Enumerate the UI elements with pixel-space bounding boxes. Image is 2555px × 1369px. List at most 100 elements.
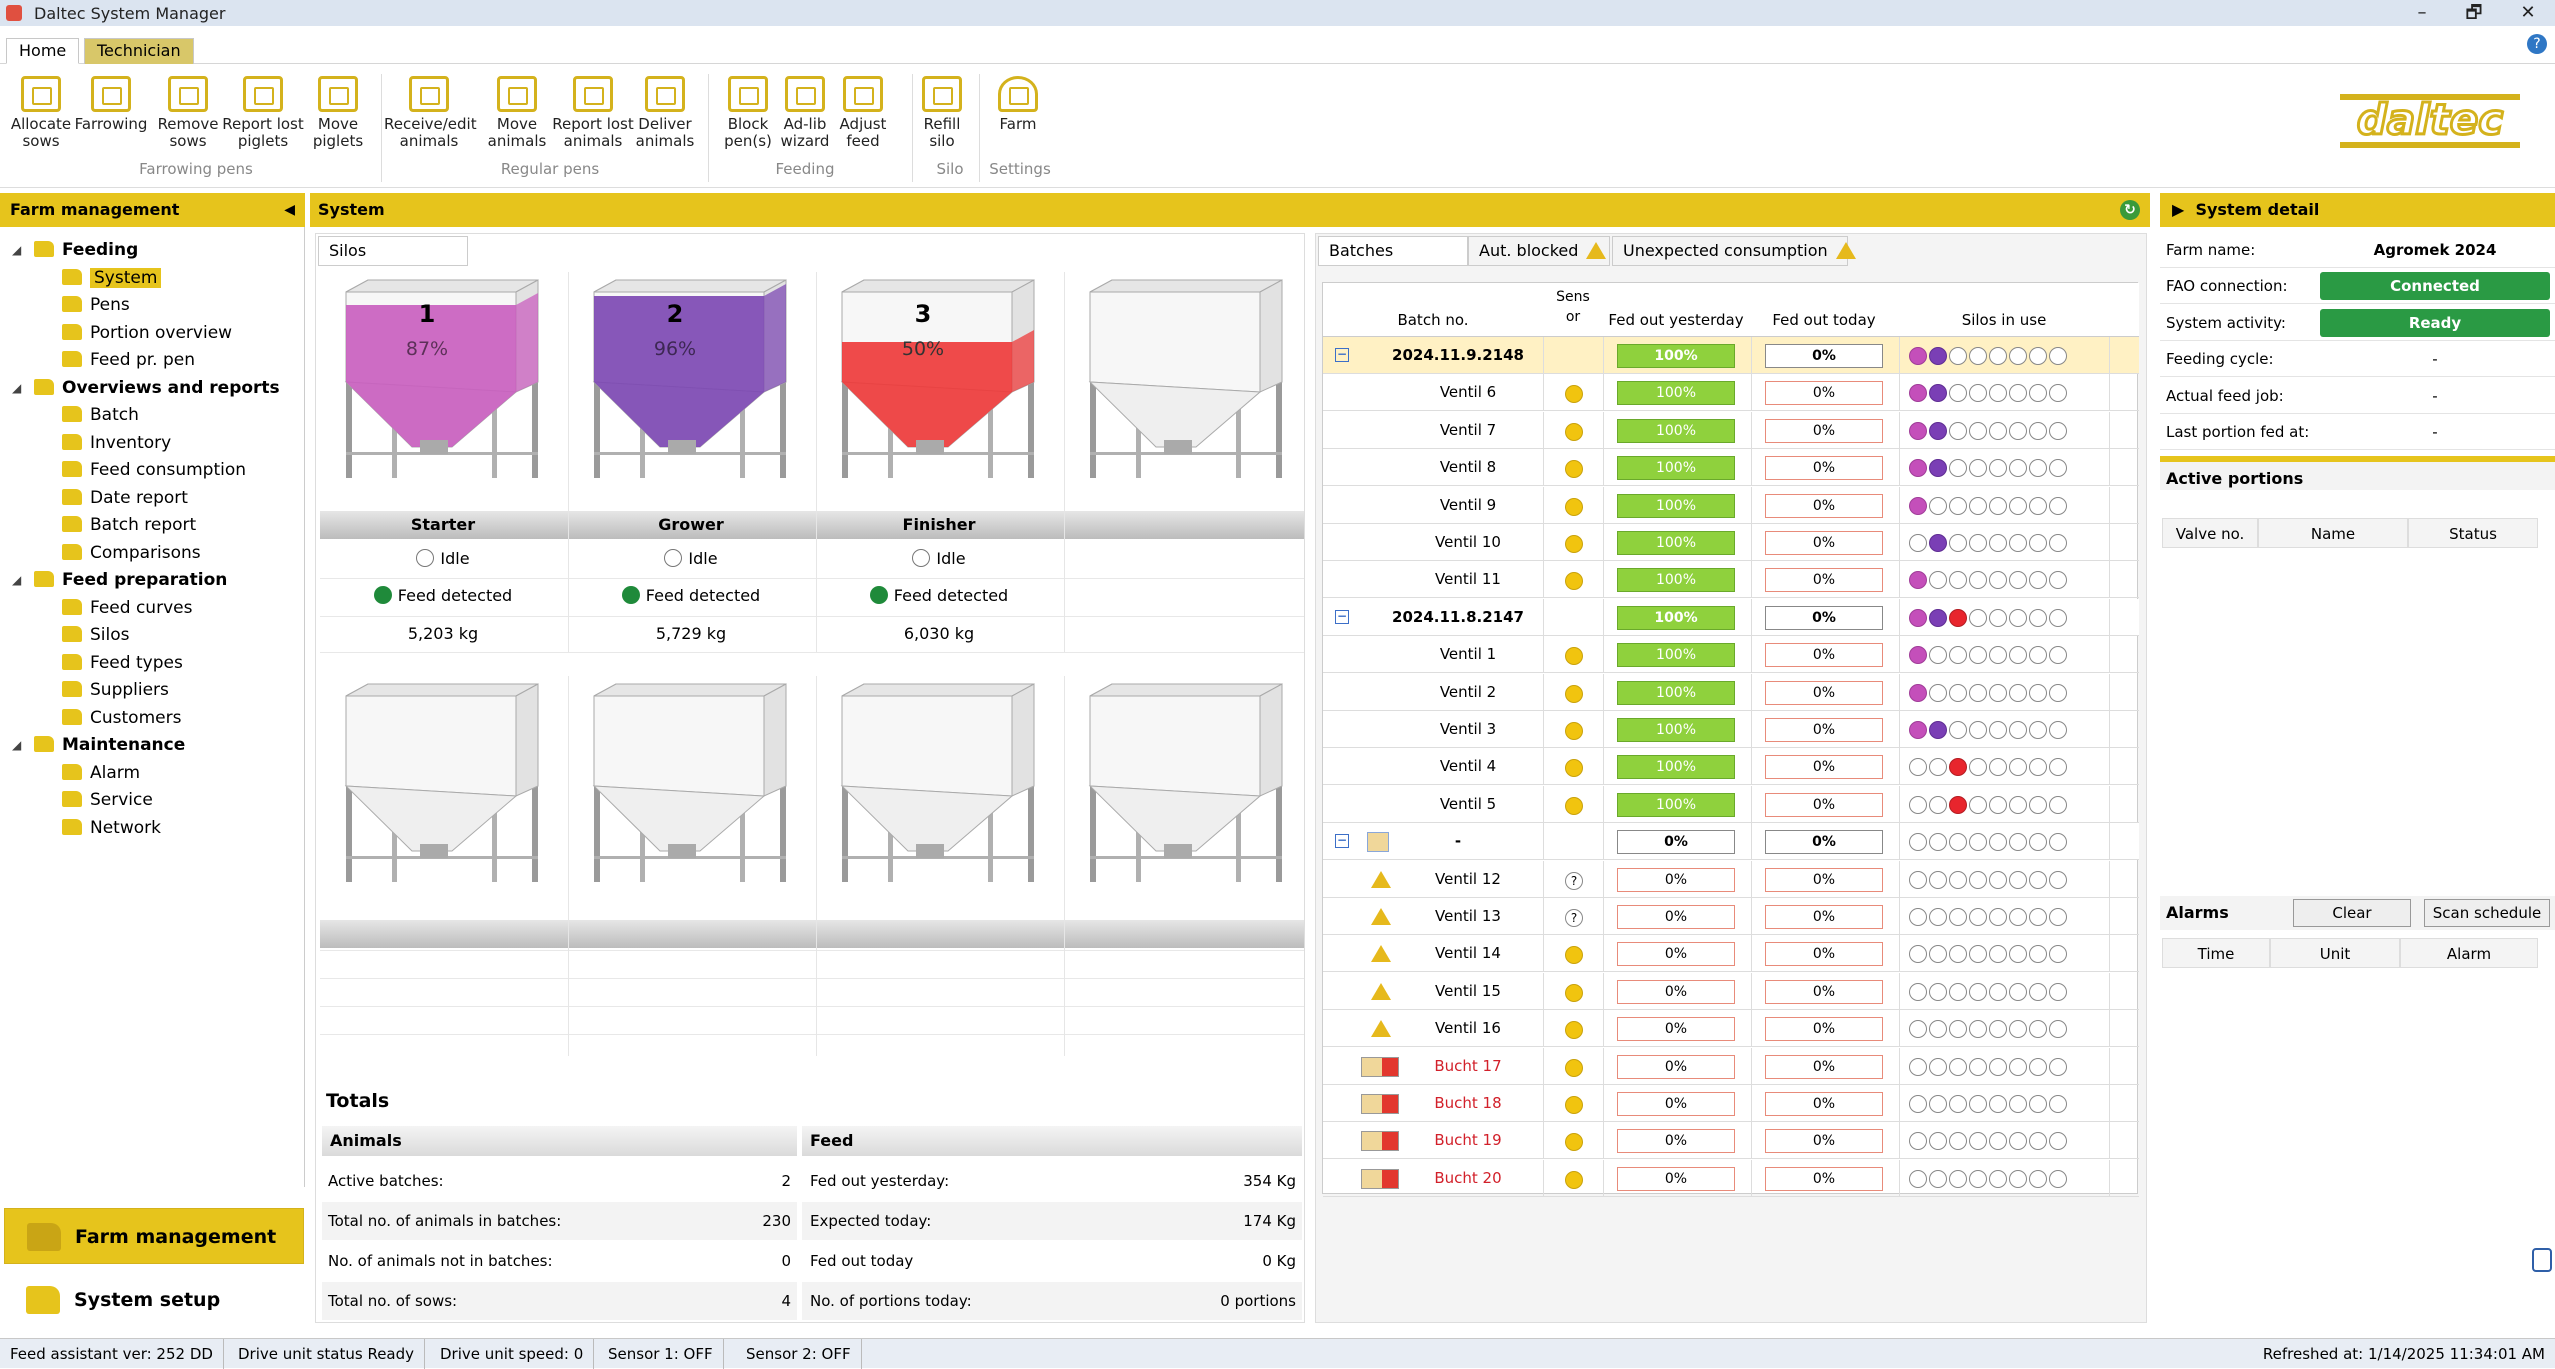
col-unit[interactable]: Unit <box>2270 938 2400 968</box>
tree-item-9[interactable]: Date report <box>62 485 188 511</box>
collapse-batch-icon[interactable]: − <box>1335 348 1349 362</box>
tree-item-16[interactable]: Suppliers <box>62 677 169 703</box>
system-detail-header[interactable]: ▶ System detail <box>2160 193 2555 227</box>
tab-home[interactable]: Home <box>6 38 80 64</box>
ribbon-button-11[interactable]: Adjust feed <box>818 76 908 150</box>
side-panel-toggle-icon[interactable] <box>2532 1248 2552 1272</box>
table-row[interactable]: − - 0% 0% <box>1323 823 2139 861</box>
table-row[interactable]: Bucht 19 0% 0% <box>1323 1122 2139 1160</box>
silo-6[interactable] <box>570 676 810 896</box>
tree-item-13[interactable]: Feed curves <box>62 595 192 621</box>
tree-item-10[interactable]: Batch report <box>62 512 196 538</box>
table-row[interactable]: Ventil 2 100% 0% <box>1323 673 2139 711</box>
col-valve-no[interactable]: Valve no. <box>2162 518 2258 548</box>
table-row[interactable]: Ventil 9 100% 0% <box>1323 486 2139 524</box>
refresh-icon[interactable]: ↻ <box>2120 200 2140 220</box>
silo-3[interactable]: 3 50% <box>818 272 1058 492</box>
restore-button[interactable]: 🗗 <box>2452 0 2496 26</box>
silo-1[interactable]: 1 87% <box>322 272 562 492</box>
table-row[interactable]: Bucht 20 0% 0% <box>1323 1159 2139 1197</box>
tree-item-0[interactable]: ◢ Feeding <box>12 237 138 263</box>
table-row[interactable]: Ventil 8 100% 0% <box>1323 449 2139 487</box>
table-row[interactable]: − 2024.11.9.2148 100% 0% <box>1323 337 2139 374</box>
silo-5[interactable] <box>322 676 562 896</box>
col-time[interactable]: Time <box>2162 938 2270 968</box>
tree-item-17[interactable]: Customers <box>62 705 181 731</box>
tree-item-5[interactable]: ◢ Overviews and reports <box>12 375 280 401</box>
table-row[interactable]: − 2024.11.8.2147 100% 0% <box>1323 598 2139 636</box>
table-row[interactable]: Bucht 18 0% 0% <box>1323 1085 2139 1122</box>
expand-arrow-icon[interactable]: ◢ <box>12 567 21 593</box>
tab-aut-blocked[interactable]: Aut. blocked <box>1468 236 1610 266</box>
scan-schedule-button[interactable]: Scan schedule <box>2424 899 2550 927</box>
collapse-left-icon[interactable]: ◀ <box>284 193 295 227</box>
table-row[interactable]: Ventil 15 0% 0% <box>1323 972 2139 1010</box>
tree-item-2[interactable]: Pens <box>62 292 130 318</box>
table-row[interactable]: Ventil 5 100% 0% <box>1323 785 2139 823</box>
silo-7[interactable] <box>818 676 1058 896</box>
ribbon-button-13[interactable]: Farm <box>973 76 1063 133</box>
ribbon-button-8[interactable]: Deliver animals <box>620 76 710 150</box>
silo-8[interactable] <box>1066 676 1306 896</box>
silo-4[interactable] <box>1066 272 1306 492</box>
tree-item-14[interactable]: Silos <box>62 622 130 648</box>
col-silos-in-use[interactable]: Silos in use <box>1899 311 2109 329</box>
col-fed-today[interactable]: Fed out today <box>1751 311 1897 329</box>
table-row[interactable]: Ventil 1 100% 0% <box>1323 636 2139 674</box>
table-row[interactable]: Ventil 13? 0% 0% <box>1323 898 2139 935</box>
table-row[interactable]: Ventil 16 0% 0% <box>1323 1010 2139 1048</box>
tree-item-19[interactable]: Alarm <box>62 760 140 786</box>
tab-silos[interactable]: Silos <box>318 236 468 266</box>
ribbon-button-4[interactable]: Move piglets <box>293 76 383 150</box>
table-row[interactable]: Ventil 6 100% 0% <box>1323 374 2139 412</box>
silo-2[interactable]: 2 96% <box>570 272 810 492</box>
expand-arrow-icon[interactable]: ◢ <box>12 375 21 401</box>
tree-item-15[interactable]: Feed types <box>62 650 183 676</box>
tab-batches[interactable]: Batches <box>1318 236 1468 266</box>
idle-radio[interactable] <box>664 549 683 567</box>
idle-radio[interactable] <box>416 549 435 567</box>
table-row[interactable]: Ventil 12? 0% 0% <box>1323 860 2139 898</box>
col-fed-yesterday[interactable]: Fed out yesterday <box>1603 311 1749 329</box>
fed-yesterday-value: 100% <box>1617 605 1735 630</box>
tree-item-8[interactable]: Feed consumption <box>62 457 246 483</box>
col-status[interactable]: Status <box>2408 518 2538 548</box>
collapse-batch-icon[interactable]: − <box>1335 834 1349 849</box>
col-sensor-line2[interactable]: or <box>1545 309 1601 325</box>
ribbon-button-5[interactable]: Receive/edit animals <box>384 76 477 150</box>
tree-item-21[interactable]: Network <box>62 815 161 841</box>
tree-item-1[interactable]: System <box>62 265 162 291</box>
minimize-button[interactable]: – <box>2400 0 2444 26</box>
tree-item-20[interactable]: Service <box>62 787 153 813</box>
col-name[interactable]: Name <box>2258 518 2408 548</box>
col-batch-no[interactable]: Batch no. <box>1323 311 1543 329</box>
col-alarm[interactable]: Alarm <box>2400 938 2538 968</box>
tab-unexpected-consumption[interactable]: Unexpected consumption <box>1612 236 1856 266</box>
nav-farm-management[interactable]: Farm management <box>4 1208 304 1264</box>
silos-in-use-indicators <box>1909 496 2069 515</box>
expand-arrow-icon[interactable]: ◢ <box>12 237 21 263</box>
col-sensor-line1[interactable]: Sens <box>1545 289 1601 305</box>
table-row[interactable]: Ventil 14 0% 0% <box>1323 935 2139 973</box>
tree-item-4[interactable]: Feed pr. pen <box>62 347 195 373</box>
tree-item-12[interactable]: ◢ Feed preparation <box>12 567 227 593</box>
table-row[interactable]: Ventil 4 100% 0% <box>1323 748 2139 786</box>
expand-arrow-icon[interactable]: ◢ <box>12 732 21 758</box>
table-row[interactable]: Ventil 11 100% 0% <box>1323 561 2139 599</box>
idle-radio[interactable] <box>912 549 931 567</box>
collapse-batch-icon[interactable]: − <box>1335 609 1349 624</box>
tree-item-7[interactable]: Inventory <box>62 430 171 456</box>
tree-item-3[interactable]: Portion overview <box>62 320 232 346</box>
help-icon[interactable]: ? <box>2527 34 2547 54</box>
table-row[interactable]: Bucht 17 0% 0% <box>1323 1047 2139 1085</box>
tree-item-18[interactable]: ◢ Maintenance <box>12 732 185 758</box>
tree-item-6[interactable]: Batch <box>62 402 139 428</box>
table-row[interactable]: Ventil 7 100% 0% <box>1323 411 2139 449</box>
table-row[interactable]: Ventil 3 100% 0% <box>1323 711 2139 748</box>
table-row[interactable]: Ventil 10 100% 0% <box>1323 524 2139 561</box>
tab-technician[interactable]: Technician <box>84 38 194 64</box>
clear-button[interactable]: Clear <box>2293 899 2411 927</box>
close-button[interactable]: ✕ <box>2506 0 2550 26</box>
nav-system-setup[interactable]: System setup <box>4 1272 304 1328</box>
tree-item-11[interactable]: Comparisons <box>62 540 201 566</box>
